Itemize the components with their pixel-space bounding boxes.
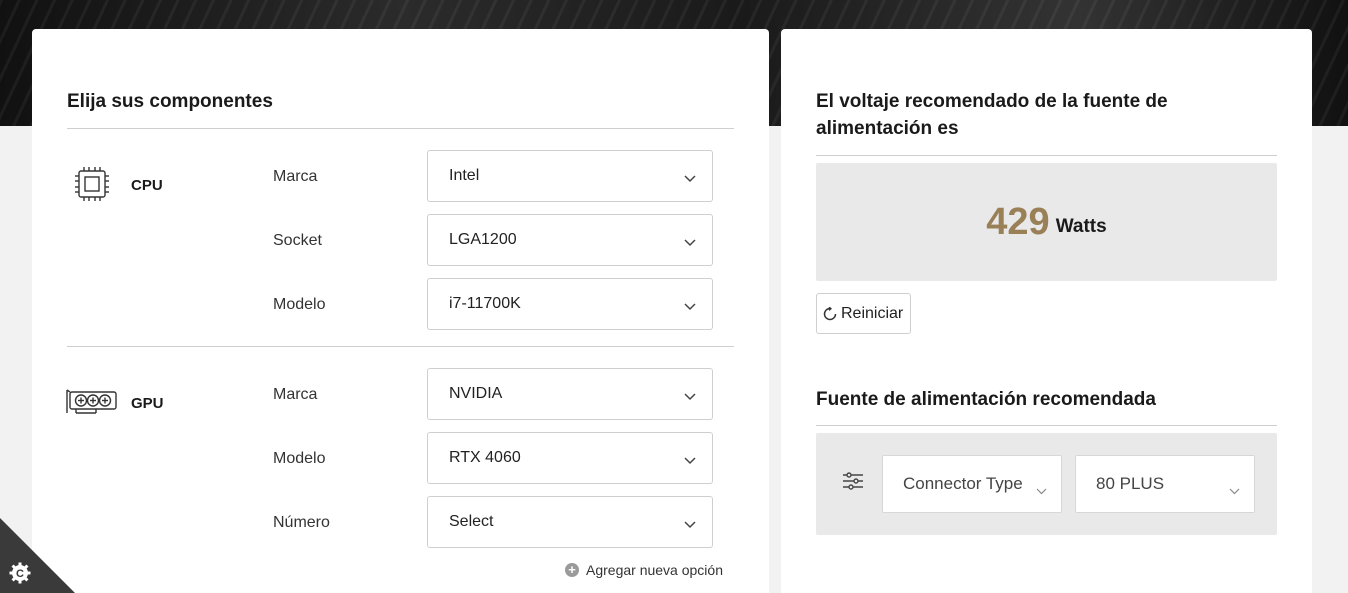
gpu-number-select[interactable]: Select (427, 496, 713, 548)
divider (816, 155, 1277, 156)
cpu-brand-select[interactable]: Intel (427, 150, 713, 202)
watts-value: 429 (986, 200, 1050, 243)
efficiency-select[interactable]: 80 PLUS (1075, 455, 1255, 513)
components-card: Elija sus componentes CPU Marca Intel So… (32, 29, 769, 593)
cpu-model-value: i7-11700K (449, 295, 521, 312)
gpu-brand-value: NVIDIA (449, 385, 503, 402)
result-card: El voltaje recomendado de la fuente de a… (781, 29, 1312, 593)
cpu-model-label: Modelo (273, 296, 326, 313)
gpu-model-label: Modelo (273, 450, 326, 467)
cookie-settings-icon[interactable]: C (8, 561, 32, 590)
gpu-brand-select[interactable]: NVIDIA (427, 368, 713, 420)
cpu-socket-value: LGA1200 (449, 231, 517, 248)
chevron-down-icon (684, 516, 696, 534)
chevron-down-icon (684, 234, 696, 252)
cpu-icon (72, 166, 112, 207)
gpu-brand-label: Marca (273, 386, 318, 403)
chevron-down-icon (684, 170, 696, 188)
divider (67, 128, 734, 129)
filter-sliders-icon[interactable] (842, 472, 864, 495)
cpu-model-select[interactable]: i7-11700K (427, 278, 713, 330)
chevron-down-icon (684, 298, 696, 316)
cpu-brand-label: Marca (273, 168, 318, 185)
gpu-icon (66, 389, 118, 420)
psu-heading: Fuente de alimentación recomendada (816, 389, 1156, 410)
gpu-number-value: Select (449, 513, 494, 530)
connector-type-select[interactable]: Connector Type (882, 455, 1062, 513)
voltage-heading: El voltaje recomendado de la fuente de a… (816, 91, 1168, 139)
add-option-link[interactable]: + Agregar nueva opción (565, 562, 723, 578)
divider (816, 425, 1277, 426)
chevron-down-icon (684, 388, 696, 406)
watts-display: 429 Watts (816, 163, 1277, 281)
components-heading: Elija sus componentes (67, 91, 273, 112)
chevron-down-icon (684, 452, 696, 470)
chevron-down-icon (1229, 480, 1240, 500)
gpu-number-label: Número (273, 514, 330, 531)
psu-filter-bar: Connector Type 80 PLUS (816, 433, 1277, 535)
chevron-down-icon (1036, 480, 1047, 500)
gpu-model-value: RTX 4060 (449, 449, 521, 466)
cpu-socket-label: Socket (273, 232, 322, 249)
reset-label: Reiniciar (841, 304, 904, 322)
divider (67, 346, 734, 347)
connector-type-value: Connector Type (903, 474, 1023, 493)
cpu-socket-select[interactable]: LGA1200 (427, 214, 713, 266)
svg-text:C: C (16, 568, 24, 580)
plus-circle-icon: + (565, 563, 579, 577)
reset-icon (823, 306, 837, 320)
cpu-label: CPU (131, 177, 163, 194)
watts-unit: Watts (1055, 216, 1107, 237)
gpu-label: GPU (131, 395, 164, 412)
reset-button[interactable]: Reiniciar (816, 293, 911, 334)
cpu-brand-value: Intel (449, 167, 480, 184)
efficiency-value: 80 PLUS (1096, 474, 1165, 493)
gpu-model-select[interactable]: RTX 4060 (427, 432, 713, 484)
add-option-label: Agregar nueva opción (586, 562, 723, 578)
